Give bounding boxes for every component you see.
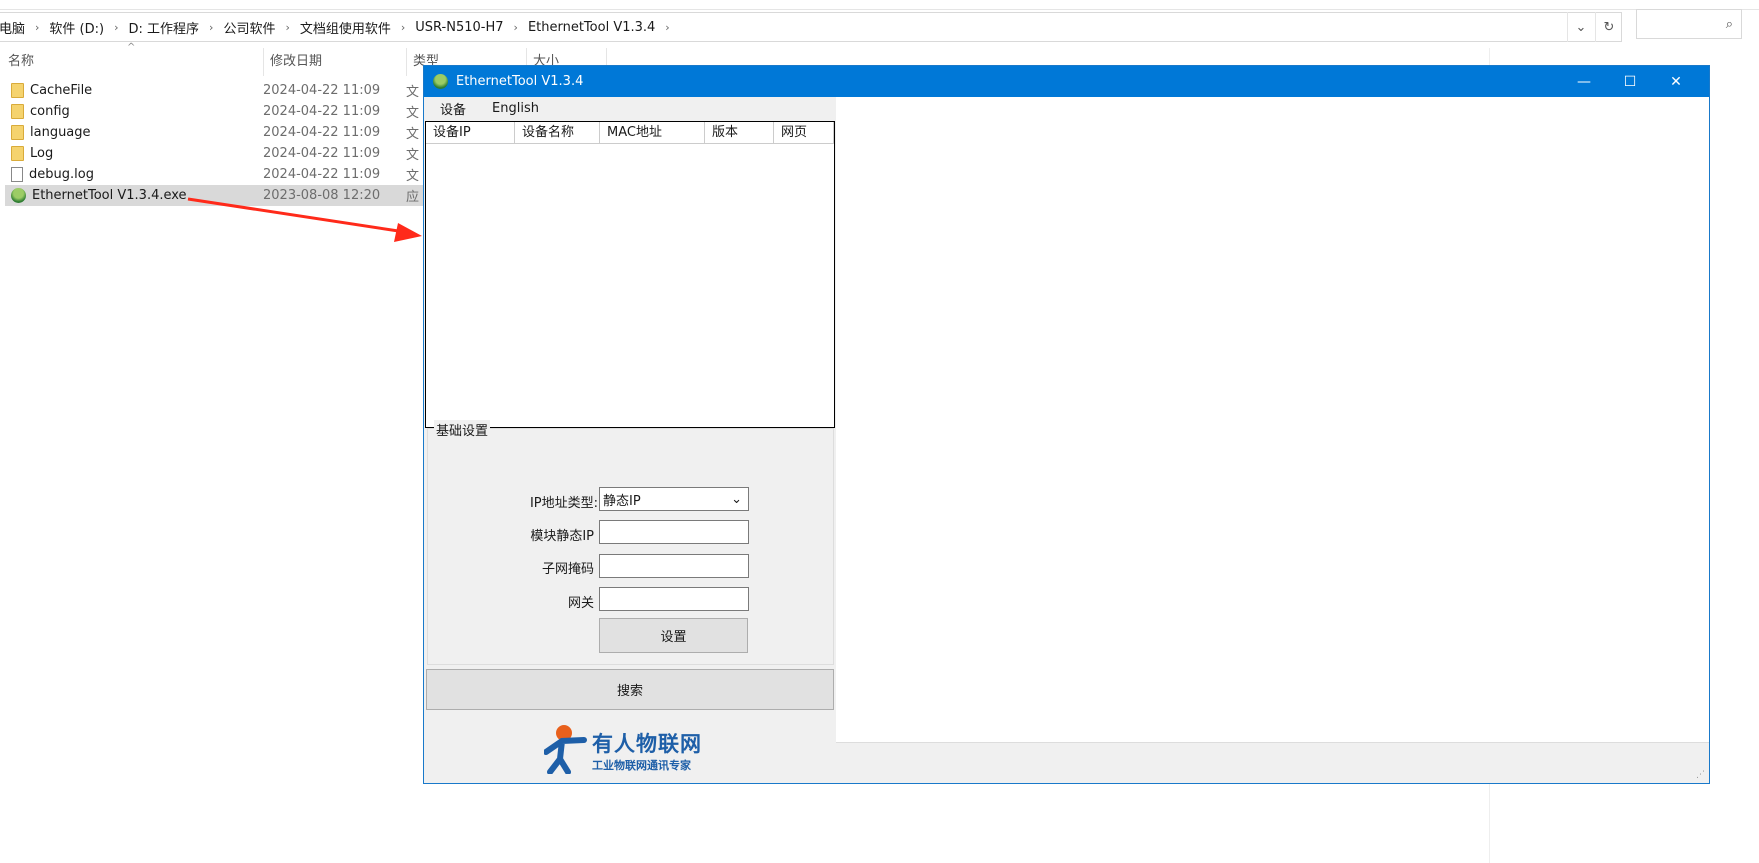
col-webpage[interactable]: 网页: [774, 122, 834, 143]
gateway-input[interactable]: [599, 587, 749, 611]
chevron-right-icon[interactable]: ›: [665, 21, 669, 34]
group-title: 基础设置: [434, 420, 491, 439]
search-button[interactable]: 搜索: [426, 669, 834, 710]
file-type: 文: [406, 169, 420, 184]
window-title: EthernetTool V1.3.4: [456, 74, 584, 89]
ip-type-select[interactable]: 静态IP ⌄: [599, 487, 749, 511]
chevron-down-icon: ⌄: [731, 491, 742, 507]
file-name: debug.log: [29, 167, 94, 182]
static-ip-input[interactable]: [599, 520, 749, 544]
crumb[interactable]: 公司软件: [223, 18, 275, 37]
file-date: 2024-04-22 11:09: [263, 125, 381, 140]
title-bar[interactable]: EthernetTool V1.3.4: [424, 66, 1709, 97]
crumb[interactable]: 软件 (D:): [49, 18, 104, 37]
column-name[interactable]: 名称: [0, 50, 34, 74]
app-icon: [433, 74, 448, 89]
menu-device[interactable]: 设备: [424, 99, 476, 118]
logo-tagline: 工业物联网通讯专家: [592, 759, 691, 772]
file-name: language: [30, 125, 91, 140]
file-date: 2024-04-22 11:09: [263, 146, 381, 161]
close-icon[interactable]: ✕: [1653, 66, 1699, 97]
gateway-label: 网关: [567, 596, 594, 611]
search-icon: ⌕: [1725, 16, 1733, 32]
file-row[interactable]: CacheFile 2024-04-22 11:09 文: [5, 80, 423, 101]
file-name: EthernetTool V1.3.4.exe: [32, 188, 187, 203]
file-date: 2024-04-22 11:09: [263, 104, 381, 119]
chevron-right-icon[interactable]: ›: [285, 21, 289, 34]
resize-grip-icon[interactable]: ⋰: [1696, 770, 1705, 780]
refresh-icon[interactable]: ↻: [1595, 12, 1622, 42]
col-device-name[interactable]: 设备名称: [515, 122, 600, 143]
chevron-right-icon[interactable]: ›: [114, 21, 118, 34]
col-version[interactable]: 版本: [705, 122, 774, 143]
breadcrumb[interactable]: 此电脑 › 软件 (D:) › D: 工作程序 › 公司软件 › 文档组使用软件 › US…: [0, 12, 1622, 42]
ip-type-label: IP地址类型:: [529, 496, 598, 511]
col-device-ip[interactable]: 设备IP: [426, 122, 515, 143]
chevron-right-icon[interactable]: ›: [401, 21, 405, 34]
sort-ascending-icon: ^: [127, 42, 136, 53]
top-strip: [0, 0, 1759, 10]
file-name: config: [30, 104, 70, 119]
file-type: 文: [406, 85, 420, 100]
ip-type-value: 静态IP: [603, 493, 641, 509]
chevron-right-icon[interactable]: ›: [514, 21, 518, 34]
logo-name: 有人物联网: [592, 732, 702, 756]
file-type: 文: [406, 148, 420, 163]
device-list[interactable]: 设备IP 设备名称 MAC地址 版本 网页: [425, 121, 835, 428]
usr-iot-logo: 有人物联网 工业物联网通讯专家: [544, 724, 719, 776]
file-row[interactable]: debug.log 2024-04-22 11:09 文: [5, 164, 423, 185]
file-name: Log: [30, 146, 54, 161]
file-row[interactable]: config 2024-04-22 11:09 文: [5, 101, 423, 122]
folder-icon: [11, 104, 24, 119]
chevron-right-icon[interactable]: ›: [209, 21, 213, 34]
static-ip-label: 模块静态IP: [530, 529, 594, 544]
crumb[interactable]: 此电脑: [0, 18, 25, 37]
app-icon: [11, 188, 26, 203]
file-row[interactable]: language 2024-04-22 11:09 文: [5, 122, 423, 143]
file-icon: [11, 167, 23, 182]
subnet-input[interactable]: [599, 554, 749, 578]
history-dropdown-icon[interactable]: ⌄: [1567, 12, 1594, 42]
file-date: 2024-04-22 11:09: [263, 83, 381, 98]
col-mac[interactable]: MAC地址: [600, 122, 705, 143]
folder-icon: [11, 125, 24, 140]
chevron-right-icon[interactable]: ›: [35, 21, 39, 34]
status-bar: [836, 742, 1709, 783]
red-arrow-annotation: [187, 197, 422, 242]
subnet-label: 子网掩码: [541, 562, 594, 577]
column-date[interactable]: 修改日期: [262, 50, 322, 74]
folder-icon: [11, 146, 24, 161]
file-date: 2024-04-22 11:09: [263, 167, 381, 182]
crumb[interactable]: 文档组使用软件: [300, 18, 391, 37]
set-button[interactable]: 设置: [599, 618, 748, 653]
file-name: CacheFile: [30, 83, 93, 98]
crumb[interactable]: D: 工作程序: [129, 18, 200, 37]
basic-settings-group: 基础设置 IP地址类型: 静态IP ⌄ 模块静态IP 子网掩码 网关 设置: [427, 420, 834, 665]
maximize-icon[interactable]: ☐: [1607, 66, 1653, 97]
crumb[interactable]: USR-N510-H7: [415, 20, 503, 35]
log-area[interactable]: [836, 97, 1709, 742]
logo-figure-icon: [544, 725, 587, 774]
minimize-icon[interactable]: —: [1561, 66, 1607, 97]
folder-icon: [11, 83, 24, 98]
file-type: 文: [406, 127, 420, 142]
file-type: 文: [406, 106, 420, 121]
crumb[interactable]: EthernetTool V1.3.4: [528, 20, 655, 35]
file-row[interactable]: Log 2024-04-22 11:09 文: [5, 143, 423, 164]
search-input[interactable]: ⌕: [1636, 9, 1742, 39]
menu-english[interactable]: English: [476, 101, 549, 116]
ethernettool-window: EthernetTool V1.3.4 — ☐ ✕ 设备 English 设备I…: [423, 65, 1710, 784]
